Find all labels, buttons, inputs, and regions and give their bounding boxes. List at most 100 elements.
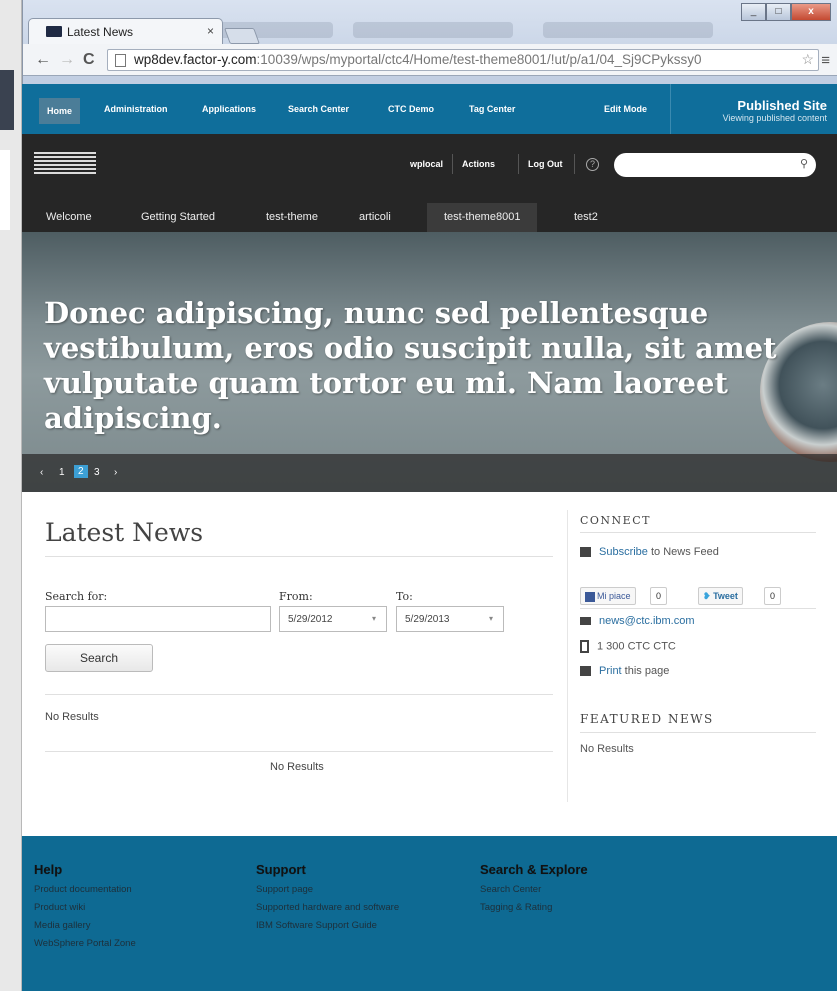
carousel-page-1[interactable]: 1 [59, 467, 65, 478]
address-bar[interactable]: wp8dev.factor-y.com:10039/wps/myportal/c… [107, 49, 819, 71]
footer-column-help: Help Product documentation Product wiki … [34, 862, 136, 953]
bookmark-star-icon[interactable]: ☆ [801, 51, 814, 68]
to-date-value: 5/29/2013 [405, 614, 450, 625]
to-date-select[interactable]: 5/29/2013 ▾ [396, 606, 504, 632]
phone-row: 1 300 CTC CTC [580, 640, 676, 653]
nav-tab-test2[interactable]: test2 [557, 203, 615, 232]
footer-link[interactable]: Product wiki [34, 899, 136, 917]
subscribe-link[interactable]: Subscribe [599, 546, 648, 558]
printer-icon [580, 666, 591, 677]
featured-news-heading: FEATURED NEWS [580, 712, 714, 726]
nav-tab-test-theme8001[interactable]: test-theme8001 [427, 203, 538, 232]
tweet-count: 0 [764, 587, 782, 605]
carousel-page-2[interactable]: 2 [74, 465, 88, 478]
divider [574, 154, 575, 174]
help-icon[interactable]: ? [586, 158, 599, 171]
new-tab-button[interactable] [224, 28, 260, 44]
published-site-indicator: Published Site Viewing published content [723, 98, 827, 123]
carousel-next-icon[interactable]: › [114, 467, 117, 478]
print-link[interactable]: Print [599, 665, 622, 677]
footer-column-support: Support Support page Supported hardware … [256, 862, 399, 935]
ibm-favicon-icon [46, 26, 62, 37]
actions-menu[interactable]: Actions [462, 159, 495, 169]
from-date-select[interactable]: 5/29/2012 ▾ [279, 606, 387, 632]
desktop-background-strip [0, 0, 22, 991]
edit-mode-toggle[interactable]: Edit Mode [604, 104, 647, 114]
footer-link[interactable]: Product documentation [34, 881, 136, 899]
nav-tab-test-theme[interactable]: test-theme [249, 203, 335, 232]
tweet-label: Tweet [713, 591, 738, 601]
divider [452, 154, 453, 174]
browser-menu-icon[interactable]: ≡ [821, 52, 830, 69]
envelope-icon [580, 617, 591, 626]
facebook-like-button[interactable]: Mi piace [580, 587, 636, 605]
url-host: wp8dev.factor-y.com [134, 52, 257, 67]
tweet-button[interactable]: ❥ Tweet [698, 587, 743, 605]
reload-icon[interactable]: C [83, 51, 95, 69]
admin-home-link[interactable]: Home [39, 98, 81, 124]
admin-search-center-link[interactable]: Search Center [288, 104, 349, 114]
admin-ctc-demo-link[interactable]: CTC Demo [388, 104, 434, 114]
footer-link[interactable]: Tagging & Rating [480, 899, 588, 917]
main-content: Latest News Search for: From: 5/29/2012 … [22, 492, 837, 832]
background-tab-ghost [543, 22, 713, 38]
ibm-logo[interactable] [34, 152, 96, 176]
admin-administration-link[interactable]: Administration [104, 104, 168, 114]
to-label: To: [396, 590, 413, 603]
divider [45, 556, 553, 557]
tab-close-icon[interactable]: × [207, 24, 214, 38]
search-for-label: Search for: [45, 590, 108, 603]
carousel-pager: ‹ 1 2 3 › [22, 454, 837, 492]
footer-link[interactable]: Media gallery [34, 917, 136, 935]
from-label: From: [279, 590, 313, 603]
divider [580, 608, 816, 609]
hero-carousel: Donec adipiscing, nunc sed pellentesque … [22, 232, 837, 492]
forward-arrow-icon[interactable]: → [59, 51, 75, 69]
hero-headline: Donec adipiscing, nunc sed pellentesque … [44, 296, 777, 435]
divider [518, 154, 519, 174]
maximize-icon[interactable]: □ [766, 3, 791, 21]
site-search-input[interactable]: ⚲ [614, 153, 816, 177]
footer-link[interactable]: Search Center [480, 881, 588, 899]
print-row: Print this page [580, 665, 669, 677]
footer-link[interactable]: IBM Software Support Guide [256, 917, 399, 935]
no-results-text: No Results [270, 761, 324, 773]
footer-link[interactable]: Supported hardware and software [256, 899, 399, 917]
divider [45, 694, 553, 695]
address-toolbar: ← → C wp8dev.factor-y.com:10039/wps/mypo… [23, 44, 837, 76]
portal-page: Home Administration Applications Search … [22, 84, 837, 991]
back-arrow-icon[interactable]: ← [35, 51, 51, 69]
facebook-icon [585, 591, 595, 602]
like-label: Mi piace [597, 591, 631, 601]
footer-link[interactable]: WebSphere Portal Zone [34, 935, 136, 953]
published-site-title: Published Site [737, 98, 827, 113]
nav-tab-welcome[interactable]: Welcome [29, 203, 109, 232]
search-button[interactable]: Search [45, 644, 153, 672]
chevron-down-icon: ▾ [488, 614, 493, 623]
carousel-prev-icon[interactable]: ‹ [40, 467, 43, 478]
connect-heading: CONNECT [580, 514, 651, 527]
divider [45, 751, 553, 752]
minimize-icon[interactable]: _ [741, 3, 766, 21]
rss-icon [580, 547, 591, 558]
email-link[interactable]: news@ctc.ibm.com [599, 615, 695, 627]
published-site-subtitle: Viewing published content [722, 113, 827, 123]
logout-link[interactable]: Log Out [528, 159, 563, 169]
user-name-link[interactable]: wplocal [410, 159, 443, 169]
nav-tab-articoli[interactable]: articoli [342, 203, 408, 232]
phone-number: 1 300 CTC CTC [597, 640, 676, 653]
print-text: this page [621, 665, 670, 677]
search-icon[interactable]: ⚲ [800, 157, 808, 170]
from-date-value: 5/29/2012 [288, 614, 333, 625]
admin-tag-center-link[interactable]: Tag Center [469, 104, 515, 114]
browser-tab-active[interactable]: Latest News × [28, 18, 223, 44]
page-icon [115, 54, 126, 67]
carousel-page-3[interactable]: 3 [94, 467, 100, 478]
page-title: Latest News [45, 518, 204, 547]
news-search-input[interactable] [45, 606, 271, 632]
close-window-icon[interactable]: x [791, 3, 831, 21]
admin-applications-link[interactable]: Applications [202, 104, 256, 114]
admin-toolbar: Home Administration Applications Search … [22, 84, 837, 134]
footer-link[interactable]: Support page [256, 881, 399, 899]
nav-tab-getting-started[interactable]: Getting Started [124, 203, 232, 232]
